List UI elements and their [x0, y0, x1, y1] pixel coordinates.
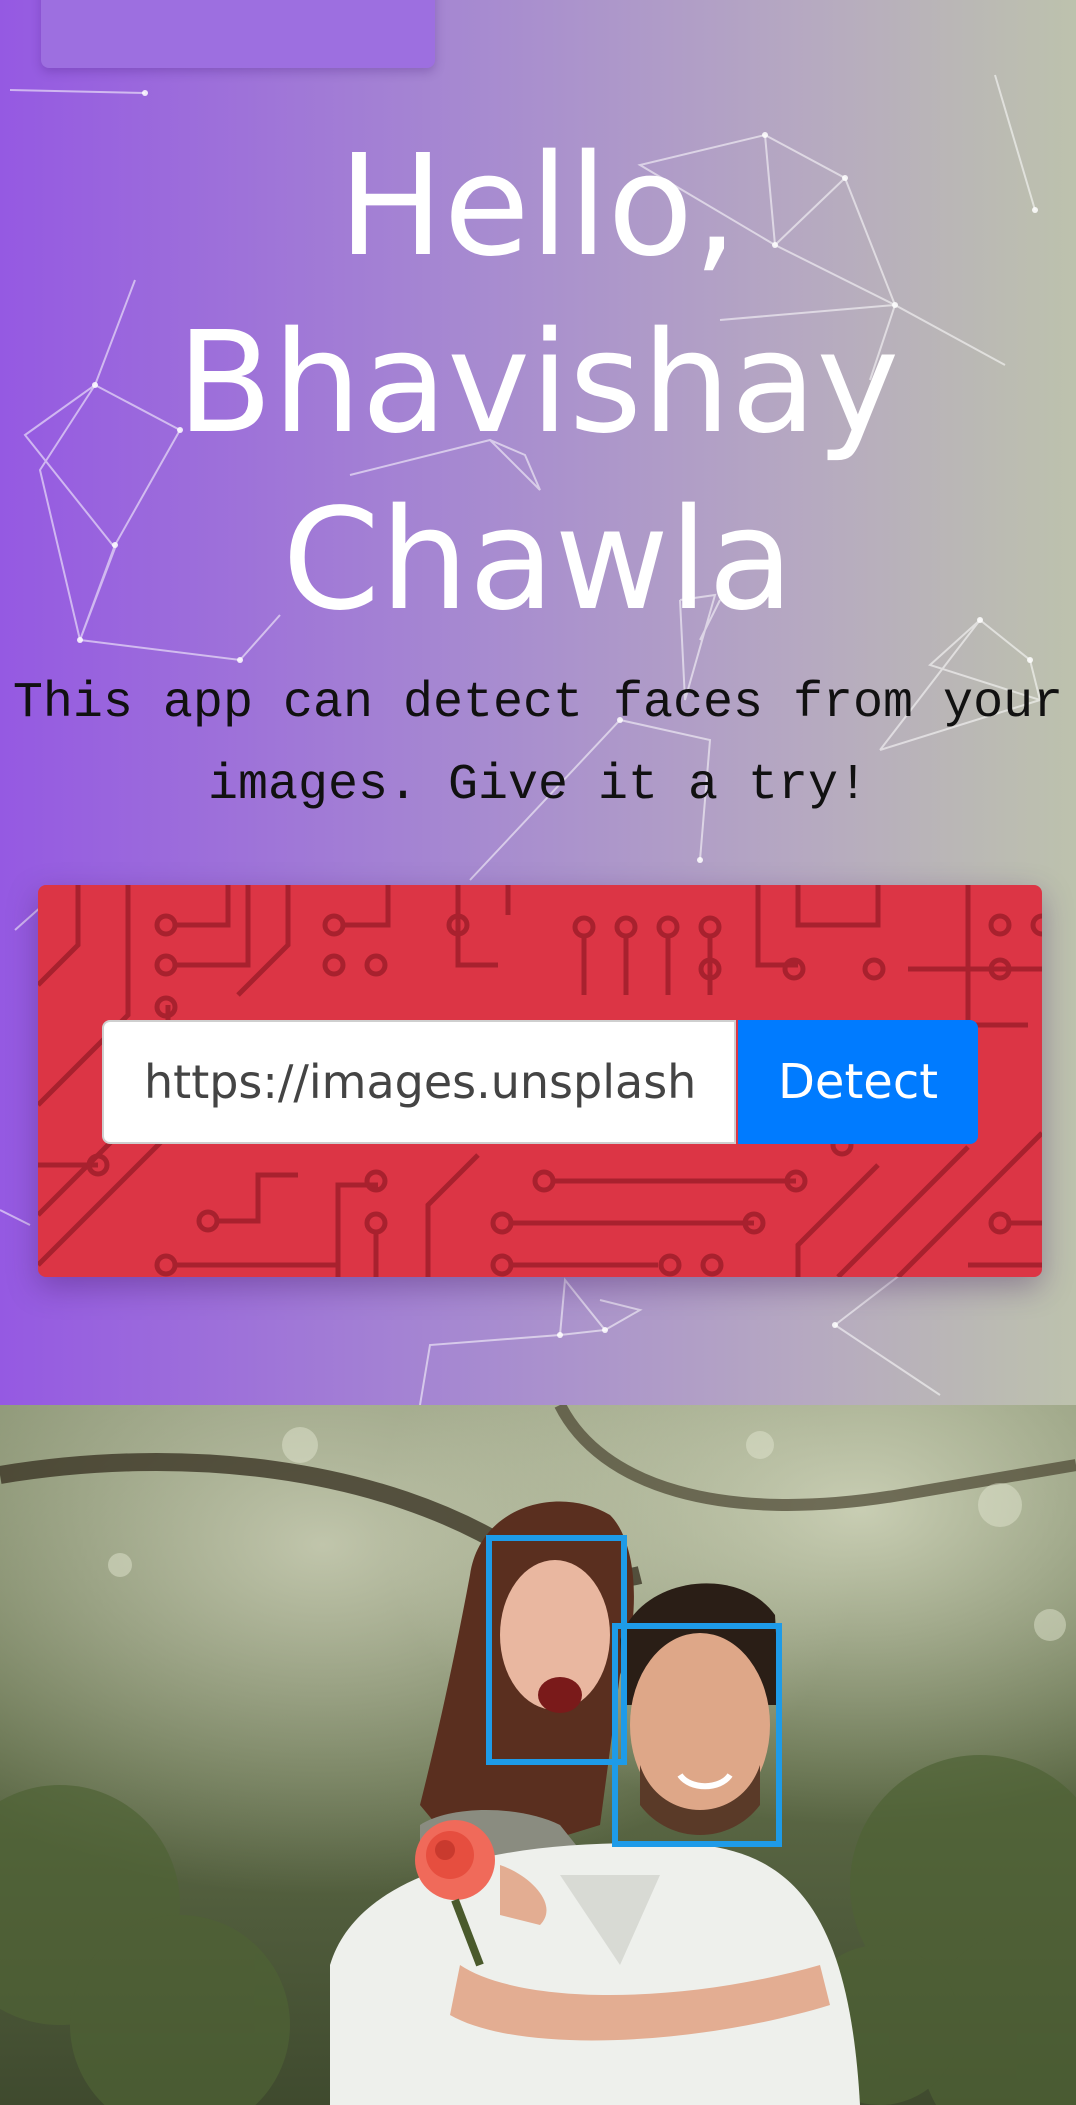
- image-url-input[interactable]: [102, 1020, 736, 1144]
- face-box: [486, 1535, 627, 1765]
- logo-card[interactable]: [41, 0, 435, 68]
- detect-button[interactable]: Detect: [738, 1020, 978, 1144]
- result-image: [0, 1405, 1076, 2105]
- face-box: [612, 1623, 782, 1847]
- tagline-text: This app can detect faces from your imag…: [12, 675, 1064, 814]
- detect-form-card: Detect: [38, 885, 1042, 1277]
- greeting-heading: Hello, Bhavishay Chawla: [176, 125, 900, 642]
